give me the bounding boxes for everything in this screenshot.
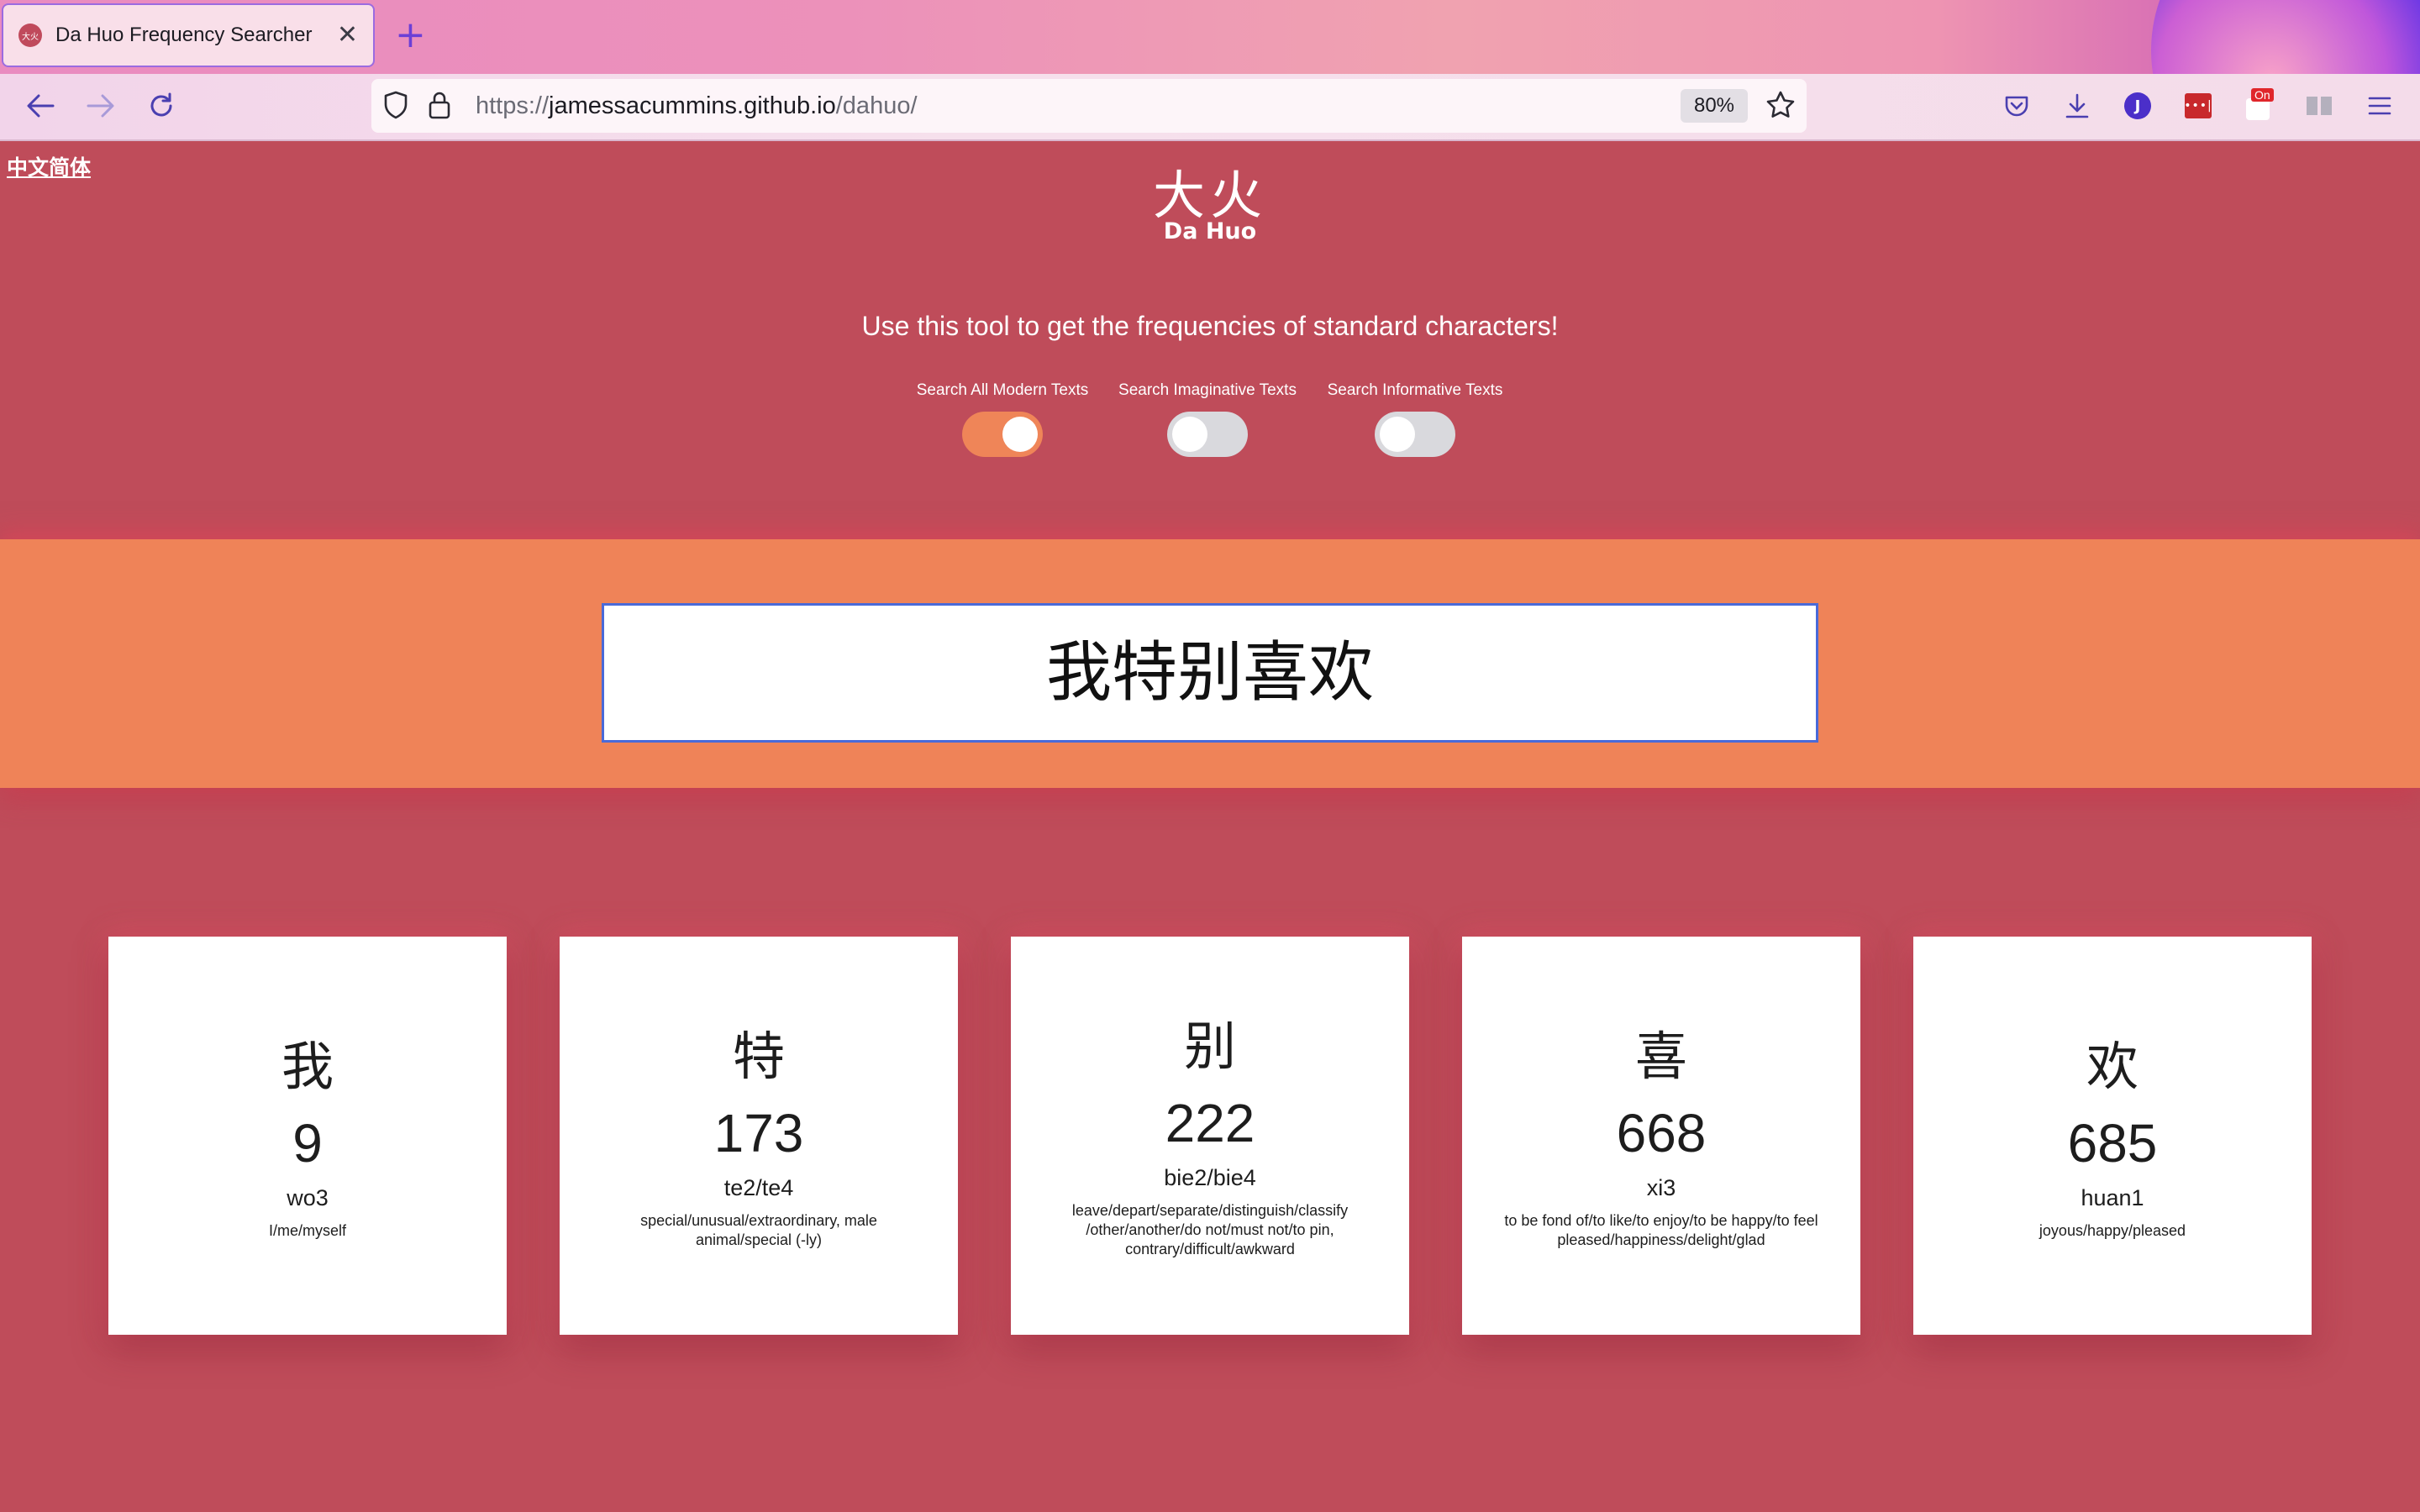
tab-strip: 大火 Da Huo Frequency Searcher ✕ +	[0, 0, 2420, 74]
card-pinyin: bie2/bie4	[1164, 1165, 1256, 1190]
card-meaning: special/unusual/extraordinary, male anim…	[640, 1212, 877, 1248]
search-section: 我特别喜欢	[0, 539, 2420, 788]
pocket-icon[interactable]	[1998, 87, 2035, 124]
navigation-toolbar: https://jamessacummins.github.io/dahuo/ …	[0, 74, 2420, 141]
toggle-knob	[1172, 417, 1207, 452]
site-favicon-icon: 大火	[18, 24, 42, 47]
character-card: 欢 685 huan1 joyous/happy/pleased	[1913, 937, 2312, 1335]
card-meaning: leave/depart/separate/distinguish/classi…	[1071, 1202, 1349, 1257]
reader-view-icon[interactable]	[2301, 87, 2338, 124]
password-manager-extension-icon[interactable]: •••|	[2180, 87, 2217, 124]
toggle-knob	[1002, 417, 1038, 452]
card-pinyin: te2/te4	[723, 1175, 794, 1200]
toggle-label: Search All Modern Texts	[916, 381, 1089, 399]
bookmark-star-icon[interactable]	[1766, 91, 1795, 123]
card-frequency: 9	[292, 1113, 323, 1173]
card-pinyin: xi3	[1646, 1175, 1676, 1200]
toggle-switch-all-modern[interactable]	[962, 412, 1043, 457]
character-card: 我 9 wo3 I/me/myself	[108, 937, 507, 1335]
card-frequency: 668	[1616, 1103, 1707, 1163]
card-character: 喜	[1634, 1026, 1687, 1087]
extension-badge: On	[2251, 88, 2274, 102]
card-meaning: to be fond of/to like/to enjoy/to be hap…	[1504, 1212, 1818, 1248]
close-tab-icon[interactable]: ✕	[337, 22, 358, 49]
character-search-input[interactable]: 我特别喜欢	[602, 603, 1818, 743]
character-card: 别 222 bie2/bie4 leave/depart/separate/di…	[1011, 937, 1409, 1335]
toggle-label: Search Informative Texts	[1327, 381, 1503, 399]
toggle-knob	[1380, 417, 1415, 452]
card-character: 特	[732, 1026, 785, 1087]
forward-arrow-icon[interactable]	[82, 87, 119, 124]
card-meaning: joyous/happy/pleased	[2039, 1222, 2186, 1239]
toggle-switch-imaginative[interactable]	[1167, 412, 1248, 457]
address-bar[interactable]: https://jamessacummins.github.io/dahuo/ …	[371, 79, 1807, 133]
card-frequency: 222	[1165, 1093, 1255, 1153]
card-meaning: I/me/myself	[268, 1222, 346, 1239]
lock-icon[interactable]	[429, 91, 450, 123]
character-card: 喜 668 xi3 to be fond of/to like/to enjoy…	[1462, 937, 1860, 1335]
character-card: 特 173 te2/te4 special/unusual/extraordin…	[560, 937, 958, 1335]
back-arrow-icon[interactable]	[22, 87, 59, 124]
toggle-label: Search Imaginative Texts	[1118, 381, 1297, 399]
extension-on-icon[interactable]: On	[2240, 87, 2277, 124]
card-pinyin: huan1	[2081, 1185, 2144, 1210]
card-character: 我	[281, 1036, 334, 1097]
card-pinyin: wo3	[287, 1185, 329, 1210]
toggle-all-modern: Search All Modern Texts	[902, 381, 1103, 457]
zoom-level-badge[interactable]: 80%	[1681, 89, 1748, 123]
tracking-shield-icon[interactable]	[383, 91, 408, 123]
toggle-imaginative: Search Imaginative Texts	[1107, 381, 1308, 457]
card-character: 别	[1183, 1016, 1236, 1077]
logo-english: Da Huo	[1163, 218, 1257, 244]
toggle-switch-informative[interactable]	[1375, 412, 1455, 457]
reload-icon[interactable]	[143, 87, 180, 124]
card-frequency: 173	[713, 1103, 804, 1163]
browser-tab[interactable]: 大火 Da Huo Frequency Searcher ✕	[2, 3, 375, 67]
new-tab-plus-icon[interactable]: +	[395, 17, 426, 54]
url-text[interactable]: https://jamessacummins.github.io/dahuo/	[476, 92, 918, 120]
toggle-informative: Search Informative Texts	[1314, 381, 1516, 457]
tagline: Use this tool to get the frequencies of …	[861, 311, 1559, 341]
card-character: 欢	[2086, 1036, 2139, 1097]
page-content: 中文简体 大火 Da Huo Use this tool to get the …	[0, 141, 2420, 1512]
card-frequency: 685	[2067, 1113, 2158, 1173]
theme-decoration	[2151, 0, 2420, 74]
logo-chinese: 大火	[1152, 165, 1267, 226]
downloads-icon[interactable]	[2059, 87, 2096, 124]
account-avatar-icon[interactable]: J	[2119, 87, 2156, 124]
hamburger-menu-icon[interactable]	[2361, 87, 2398, 124]
tab-title: Da Huo Frequency Searcher	[55, 24, 313, 46]
